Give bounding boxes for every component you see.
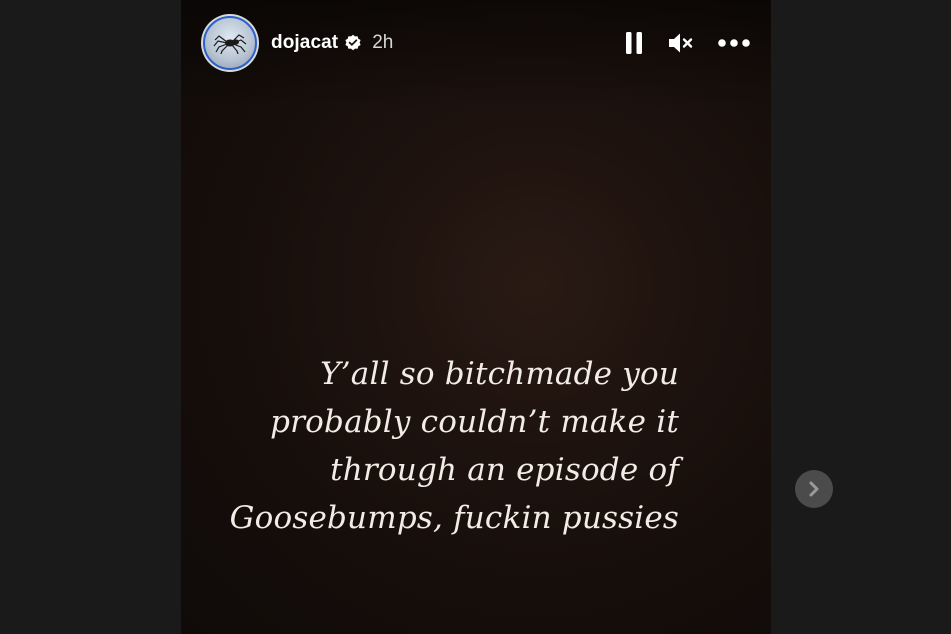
speaker-muted-icon: [669, 33, 693, 53]
story-caption: Y’all so bitchmade you probably couldn’t…: [209, 350, 679, 542]
avatar[interactable]: [203, 16, 257, 70]
pause-button[interactable]: [625, 31, 643, 55]
mute-button[interactable]: [667, 31, 693, 55]
verified-badge-icon: [344, 34, 362, 52]
caption-line: through an episode of: [330, 452, 679, 488]
story-controls: [625, 14, 751, 72]
user-meta: dojacat 2h: [271, 14, 393, 72]
story-card[interactable]: dojacat 2h Y’all so bitchmade you probab…: [181, 0, 771, 634]
more-options-button[interactable]: [717, 38, 751, 48]
story-header: dojacat 2h: [201, 12, 751, 74]
next-story-button[interactable]: [795, 470, 833, 508]
post-time: 2h: [372, 32, 394, 53]
story-viewer-page: dojacat 2h Y’all so bitchmade you probab…: [0, 0, 951, 634]
chevron-right-icon: [809, 481, 819, 497]
caption-line: probably couldn’t make it: [270, 404, 679, 440]
spider-icon: [213, 34, 247, 54]
caption-line: Y’all so bitchmade you: [320, 356, 679, 392]
caption-line: Goosebumps, fuckin pussies: [229, 500, 679, 536]
username-link[interactable]: dojacat: [271, 32, 338, 54]
more-horizontal-icon: [718, 39, 750, 47]
avatar-ring[interactable]: [201, 14, 259, 72]
pause-icon: [626, 32, 642, 54]
